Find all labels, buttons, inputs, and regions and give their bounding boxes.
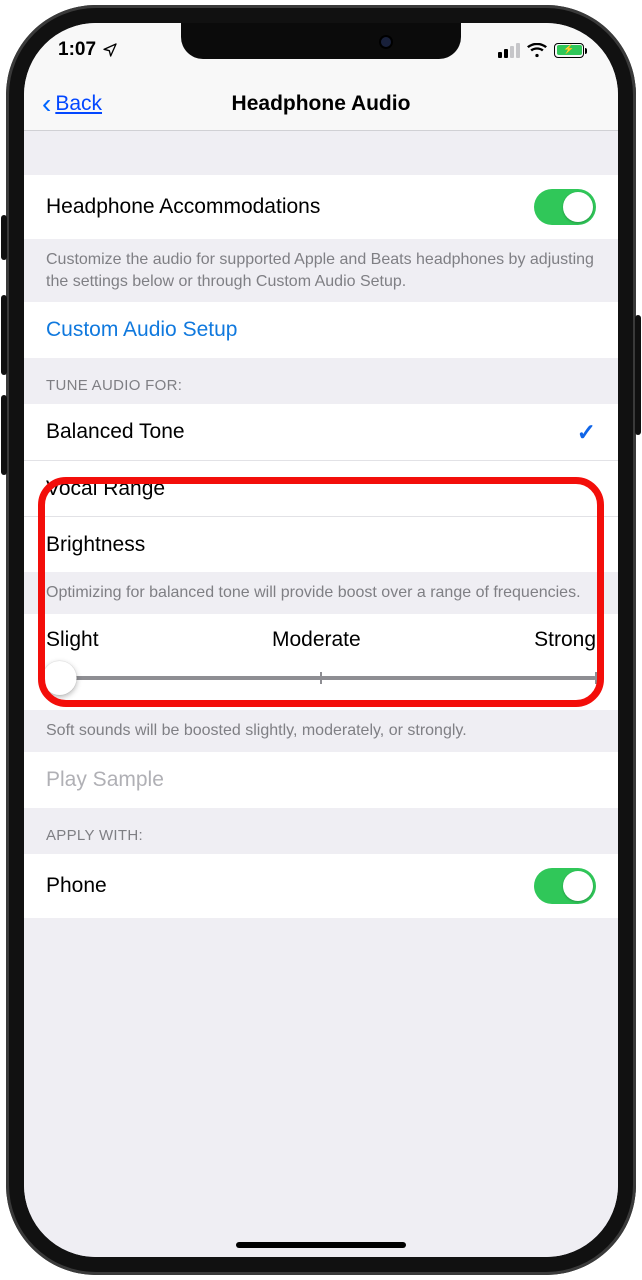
boost-slider[interactable]: [46, 666, 596, 690]
row-label: Brightness: [46, 533, 145, 557]
row-label: Balanced Tone: [46, 420, 185, 444]
tune-options-group: Balanced Tone ✓ Vocal Range Brightness: [24, 404, 618, 572]
nav-bar: ‹ Back Headphone Audio: [24, 77, 618, 131]
accommodations-footer: Customize the audio for supported Apple …: [24, 239, 618, 302]
settings-content: Headphone Accommodations Customize the a…: [24, 131, 618, 1257]
row-label: Phone: [46, 874, 107, 898]
headphone-accommodations-row[interactable]: Headphone Accommodations: [24, 175, 618, 239]
tune-option-vocal-range[interactable]: Vocal Range: [24, 460, 618, 516]
apply-phone-row[interactable]: Phone: [24, 854, 618, 918]
tune-option-balanced-tone[interactable]: Balanced Tone ✓: [24, 404, 618, 460]
location-icon: [102, 42, 118, 58]
wifi-icon: [527, 43, 547, 58]
slider-label-moderate: Moderate: [272, 628, 361, 652]
apply-phone-toggle[interactable]: [534, 868, 596, 904]
custom-audio-setup-row[interactable]: Custom Audio Setup: [24, 302, 618, 358]
row-label: Vocal Range: [46, 477, 165, 501]
slider-footer: Soft sounds will be boosted slightly, mo…: [24, 710, 618, 752]
device-notch: [181, 23, 461, 59]
headphone-accommodations-toggle[interactable]: [534, 189, 596, 225]
apply-with-header: Apply With:: [24, 808, 618, 854]
boost-slider-group: Slight Moderate Strong: [24, 614, 618, 710]
slider-label-strong: Strong: [534, 628, 596, 652]
home-indicator[interactable]: [236, 1242, 406, 1248]
tune-footer: Optimizing for balanced tone will provid…: [24, 572, 618, 614]
status-time: 1:07: [58, 39, 96, 61]
slider-label-slight: Slight: [46, 628, 99, 652]
row-label: Custom Audio Setup: [46, 318, 237, 342]
page-title: Headphone Audio: [24, 92, 618, 116]
checkmark-icon: ✓: [577, 419, 596, 446]
battery-icon: [554, 43, 584, 58]
slider-thumb[interactable]: [43, 661, 77, 695]
tune-option-brightness[interactable]: Brightness: [24, 516, 618, 572]
play-sample-row[interactable]: Play Sample: [24, 752, 618, 808]
cellular-icon: [498, 43, 520, 58]
row-label: Headphone Accommodations: [46, 195, 320, 219]
tune-header: Tune Audio For:: [24, 358, 618, 404]
row-label: Play Sample: [46, 768, 164, 792]
